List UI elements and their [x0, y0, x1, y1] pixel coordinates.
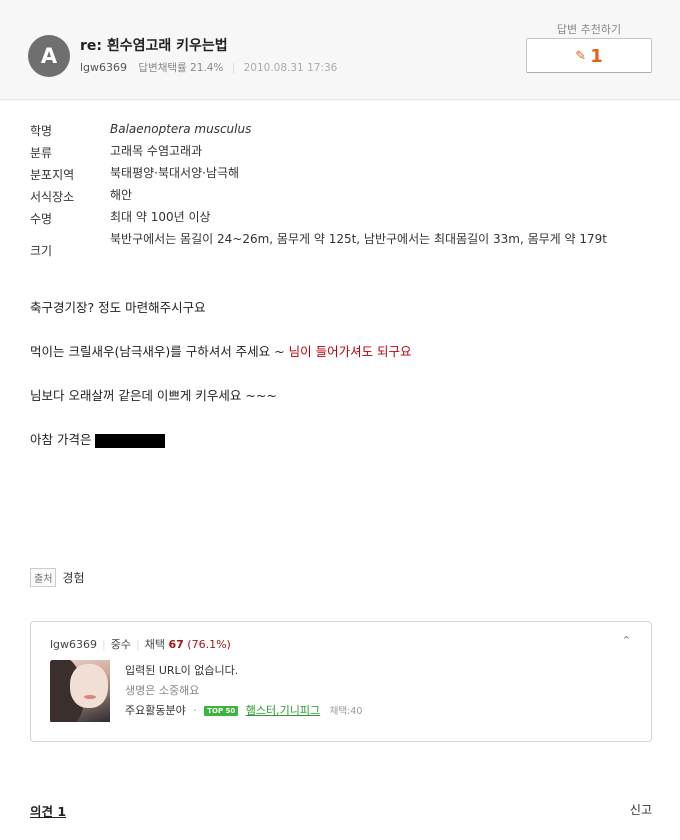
- answer-date: 2010.08.31 17:36: [243, 62, 338, 74]
- recommend-label: 답변 추천하기: [556, 23, 622, 36]
- paragraph-stadium: 축구경기장? 정도 마련해주시구요: [30, 300, 206, 315]
- profile-url: 입력된 URL이 없습니다.: [125, 664, 239, 677]
- answer-avatar: A: [28, 35, 70, 77]
- profile-adopt-pct: (76.1%): [187, 638, 231, 651]
- activity-area-count: 채택:40: [329, 706, 363, 717]
- profile-motto: 생명은 소중해요: [125, 684, 200, 697]
- info-key: 분류: [30, 146, 53, 160]
- activity-area-link[interactable]: 햄스터,기니피그: [246, 704, 320, 717]
- thumbs-up-icon: ✎: [575, 49, 587, 64]
- paragraph-care: 님보다 오래살꺼 같은데 이쁘게 키우세요 ~~~: [30, 388, 277, 403]
- source-value: 경험: [62, 571, 85, 585]
- photo-face: [70, 664, 108, 708]
- profile-adopt-label: 채택: [144, 638, 165, 651]
- profile-username[interactable]: lgw6369: [50, 638, 97, 651]
- answer-title: re: 흰수염고래 키우는법: [80, 38, 228, 54]
- recommend-button[interactable]: ✎ 1: [526, 38, 652, 73]
- price-text: 아참 가격은: [30, 432, 92, 447]
- answer-header: A re: 흰수염고래 키우는법 lgw6369 답변채택률 21.4% | 2…: [0, 0, 680, 100]
- answer-meta: lgw6369 답변채택률 21.4% | 2010.08.31 17:36: [80, 60, 337, 75]
- profile-divider: |: [136, 638, 140, 651]
- activity-label: 주요활동분야: [125, 704, 186, 717]
- answer-body: 학명 Balaenoptera musculus 분류 고래목 수염고래과 분포…: [0, 101, 680, 840]
- profile-photo: [50, 660, 110, 722]
- profile-divider: |: [102, 638, 106, 651]
- profile-summary: lgw6369 | 중수 | 채택 67 (76.1%): [50, 636, 231, 652]
- author-name[interactable]: lgw6369: [80, 61, 127, 74]
- report-link[interactable]: 신고: [630, 801, 652, 818]
- info-key: 수명: [30, 212, 53, 226]
- meta-divider: |: [231, 62, 236, 74]
- info-value: 해안: [110, 188, 133, 202]
- source-line: 출처 경험: [30, 568, 85, 587]
- chevron-up-icon[interactable]: ⌃: [622, 634, 631, 647]
- food-text: 먹이는 크릴새우(남극새우)를 구하셔서 주세요 ~: [30, 344, 289, 359]
- paragraph-price: 아참 가격은: [30, 429, 166, 448]
- bullet-icon: ·: [193, 704, 197, 717]
- top50-badge: TOP 50: [204, 706, 239, 716]
- profile-activity: 주요활동분야 · TOP 50 햄스터,기니피그 채택:40: [125, 702, 362, 718]
- info-key: 크기: [30, 244, 53, 258]
- profile-rank: 중수: [110, 638, 131, 651]
- comments-toggle[interactable]: 의견 1: [30, 801, 66, 820]
- adoption-rate: 답변채택률 21.4%: [138, 62, 224, 74]
- info-value: 고래목 수염고래과: [110, 144, 203, 158]
- info-key: 학명: [30, 124, 53, 138]
- redacted-block: [95, 433, 166, 448]
- info-key: 분포지역: [30, 168, 75, 182]
- info-value: 최대 약 100년 이상: [110, 210, 211, 224]
- recommend-count: 1: [590, 46, 603, 67]
- info-value: 북반구에서는 몸길이 24~26m, 몸무게 약 125t, 남반구에서는 최대…: [110, 232, 607, 246]
- author-profile-card: lgw6369 | 중수 | 채택 67 (76.1%) ⌃ 입력된 URL이 없습니다…: [30, 621, 652, 742]
- profile-adopt-count: 67: [168, 638, 184, 651]
- info-key: 서식장소: [30, 190, 75, 204]
- food-text-highlight: 님이 들어가셔도 되구요: [288, 344, 412, 359]
- info-value: 북태평양·북대서양·남극해: [110, 166, 240, 180]
- paragraph-food: 먹이는 크릴새우(남극새우)를 구하셔서 주세요 ~ 님이 들어가셔도 되구요: [30, 341, 412, 360]
- photo-lip: [84, 695, 96, 699]
- source-tag: 출처: [30, 568, 57, 587]
- info-value: Balaenoptera musculus: [110, 122, 252, 136]
